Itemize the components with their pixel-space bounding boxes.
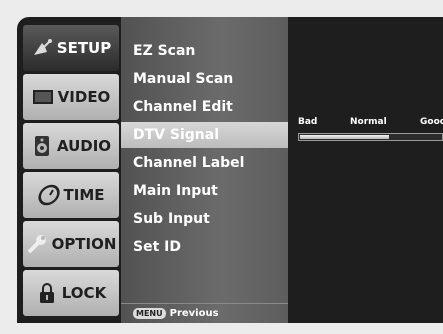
padlock-icon <box>36 282 58 304</box>
menu-item-dtv-signal[interactable]: DTV Signal <box>121 122 288 148</box>
tab-label: AUDIO <box>56 137 112 155</box>
dtv-signal-panel: Bad Normal Good <box>288 17 443 323</box>
tab-time[interactable]: TIME <box>23 172 119 218</box>
satellite-dish-icon <box>31 37 53 59</box>
tv-screen-icon <box>32 86 54 108</box>
signal-label-bad: Bad <box>298 117 318 127</box>
signal-label-normal: Normal <box>350 117 387 127</box>
speaker-icon <box>31 135 53 157</box>
tab-setup[interactable]: SETUP <box>23 25 119 71</box>
menu-item-manual-scan[interactable]: Manual Scan <box>121 66 288 92</box>
tab-audio[interactable]: AUDIO <box>23 123 119 169</box>
menu-item-ez-scan[interactable]: EZ Scan <box>121 38 288 64</box>
tab-label: TIME <box>63 186 105 204</box>
menu-item-set-id[interactable]: Set ID <box>121 234 288 260</box>
tab-video[interactable]: VIDEO <box>23 74 119 120</box>
setup-menu: EZ Scan Manual Scan Channel Edit DTV Sig… <box>121 17 288 323</box>
menu-footer: MENU Previous <box>121 303 288 323</box>
menu-key-badge: MENU <box>133 308 166 319</box>
wrench-icon <box>26 233 48 255</box>
previous-label[interactable]: Previous <box>170 308 219 319</box>
tab-label: SETUP <box>56 39 112 57</box>
tab-label: VIDEO <box>57 88 111 106</box>
menu-item-channel-label[interactable]: Channel Label <box>121 150 288 176</box>
osd-frame: SETUP VIDEO AUDIO TIME OPTION LOCK EZ Sc… <box>17 17 443 323</box>
tab-option[interactable]: OPTION <box>23 221 119 267</box>
category-tabs: SETUP VIDEO AUDIO TIME OPTION LOCK <box>23 25 119 317</box>
signal-strength-bar <box>298 133 443 141</box>
tab-label: LOCK <box>61 284 107 302</box>
signal-strength-fill <box>300 135 389 139</box>
menu-item-channel-edit[interactable]: Channel Edit <box>121 94 288 120</box>
clock-icon <box>37 184 60 206</box>
menu-item-sub-input[interactable]: Sub Input <box>121 206 288 232</box>
signal-label-good: Good <box>420 117 443 127</box>
tab-lock[interactable]: LOCK <box>23 270 119 316</box>
tab-label: OPTION <box>51 235 117 253</box>
menu-item-main-input[interactable]: Main Input <box>121 178 288 204</box>
signal-scale-labels: Bad Normal Good <box>298 117 443 129</box>
